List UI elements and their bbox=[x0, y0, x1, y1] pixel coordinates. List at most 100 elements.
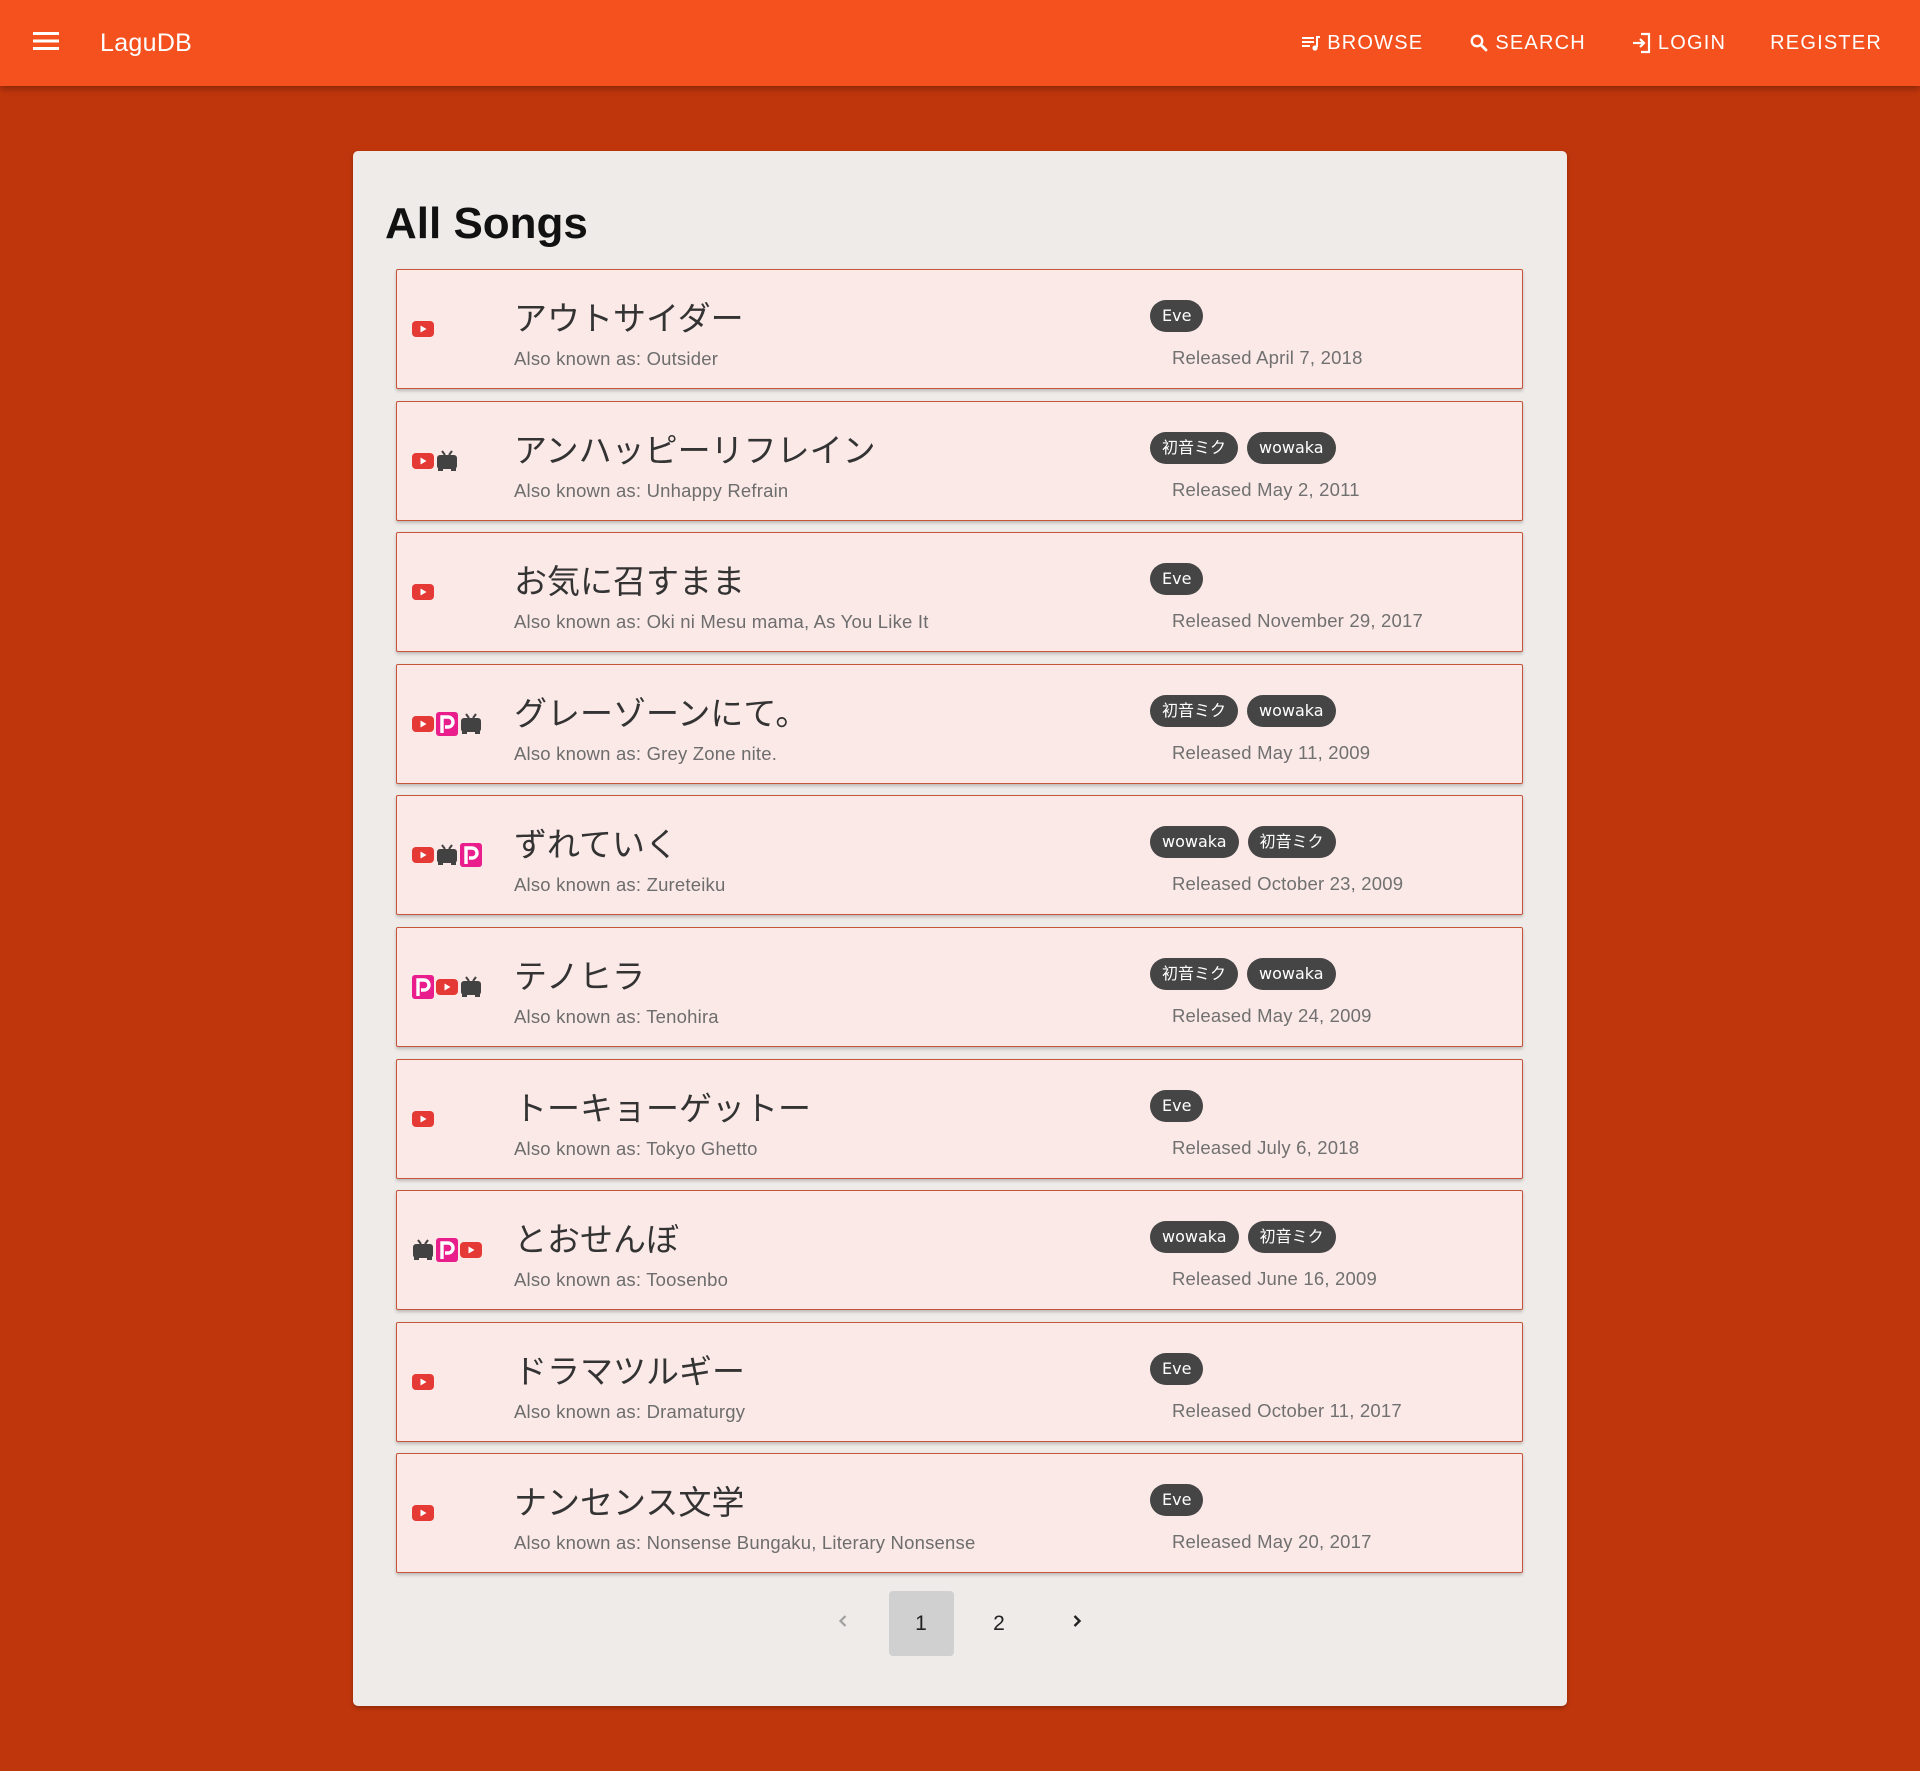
artist-chip[interactable]: wowaka bbox=[1247, 694, 1336, 727]
prev-page-button[interactable] bbox=[811, 1591, 876, 1656]
artist-chip[interactable]: Eve bbox=[1150, 1484, 1204, 1517]
chevron-right-icon bbox=[1067, 1611, 1087, 1637]
page-number-group: 12 bbox=[888, 1591, 1032, 1656]
chevron-left-icon bbox=[833, 1611, 853, 1637]
song-list-item[interactable]: とおせんぼ Also known as: Toosenbo wowaka 初音ミク Re… bbox=[396, 1190, 1523, 1311]
song-title: グレーゾーンにて。 bbox=[514, 693, 809, 733]
song-list-item[interactable]: お気に召すまま Also known as: Oki ni Mesu mama, … bbox=[396, 532, 1523, 653]
piapro-icon bbox=[436, 1238, 458, 1263]
song-title: とおせんぼ bbox=[514, 1220, 679, 1260]
song-title: アウトサイダー bbox=[514, 299, 744, 338]
youtube-icon bbox=[412, 1505, 434, 1522]
release-date: Released May 24, 2009 bbox=[1172, 1004, 1372, 1026]
song-list-item[interactable]: ドラマツルギー Also known as: Dramaturgy Eve Relea… bbox=[396, 1321, 1523, 1442]
song-list: アウトサイダー Also known as: Outsider Eve Release… bbox=[396, 269, 1523, 1585]
artist-chips: Eve bbox=[1150, 1352, 1204, 1385]
niconico-icon bbox=[460, 976, 482, 998]
page-button[interactable]: 2 bbox=[967, 1591, 1032, 1656]
artist-chip[interactable]: wowaka bbox=[1247, 957, 1336, 990]
platform-icons bbox=[412, 843, 482, 868]
songs-card: All Songs アウトサイダー Also known as: Outsider… bbox=[353, 151, 1567, 1706]
register-label: REGISTER bbox=[1770, 31, 1882, 54]
platform-icons bbox=[412, 1110, 434, 1127]
next-page-button[interactable] bbox=[1045, 1591, 1110, 1656]
artist-chip[interactable]: wowaka bbox=[1150, 1221, 1239, 1254]
login-button[interactable]: LOGIN bbox=[1608, 15, 1748, 71]
youtube-icon bbox=[436, 978, 458, 995]
artist-chips: 初音ミク wowaka bbox=[1150, 431, 1336, 464]
niconico-icon bbox=[436, 844, 458, 866]
song-title: ナンセンス文学 bbox=[514, 1483, 745, 1523]
artist-chip[interactable]: Eve bbox=[1150, 563, 1204, 596]
search-button[interactable]: SEARCH bbox=[1445, 15, 1608, 71]
release-date: Released May 2, 2011 bbox=[1172, 478, 1360, 500]
artist-chip[interactable]: 初音ミク bbox=[1150, 431, 1239, 464]
song-list-item[interactable]: ずれていく Also known as: Zureteiku wowaka 初音ミク R… bbox=[396, 795, 1523, 916]
artist-chip[interactable]: 初音ミク bbox=[1247, 1221, 1336, 1254]
platform-icons bbox=[412, 1238, 482, 1263]
youtube-icon bbox=[412, 321, 434, 337]
artist-chips: 初音ミク wowaka bbox=[1150, 694, 1336, 727]
menu-button[interactable] bbox=[22, 19, 70, 67]
release-date: Released October 23, 2009 bbox=[1172, 873, 1404, 895]
niconico-icon bbox=[412, 1239, 434, 1261]
brand-logo[interactable]: LaguDB bbox=[100, 0, 192, 86]
song-alias: Also known as: Tenohira bbox=[514, 1005, 719, 1027]
song-list-item[interactable]: トーキョーゲットー Also known as: Tokyo Ghetto Eve R… bbox=[396, 1058, 1523, 1179]
song-title: トーキョーゲットー bbox=[514, 1088, 811, 1128]
artist-chips: Eve bbox=[1150, 1089, 1204, 1122]
artist-chips: Eve bbox=[1150, 300, 1204, 332]
artist-chip[interactable]: Eve bbox=[1150, 1089, 1204, 1122]
niconico-icon bbox=[436, 449, 458, 472]
artist-chip[interactable]: Eve bbox=[1150, 1352, 1204, 1385]
song-list-item[interactable]: アンハッピーリフレイン Also known as: Unhappy Refrai… bbox=[396, 400, 1523, 521]
artist-chip[interactable]: wowaka bbox=[1150, 826, 1239, 859]
artist-chip[interactable]: 初音ミク bbox=[1247, 826, 1336, 859]
youtube-icon bbox=[460, 1242, 482, 1259]
song-list-item[interactable]: グレーゾーンにて。 Also known as: Grey Zone nite. 初… bbox=[396, 663, 1523, 784]
platform-icons bbox=[412, 1373, 434, 1390]
artist-chip[interactable]: Eve bbox=[1150, 300, 1204, 332]
platform-icons bbox=[412, 711, 482, 736]
browse-button[interactable]: BROWSE bbox=[1277, 15, 1445, 71]
menu-icon bbox=[32, 30, 60, 57]
artist-chips: 初音ミク wowaka bbox=[1150, 957, 1336, 990]
song-list-item[interactable]: テノヒラ Also known as: Tenohira 初音ミク wowaka Rel… bbox=[396, 926, 1523, 1047]
release-date: Released July 6, 2018 bbox=[1172, 1136, 1360, 1158]
song-title: アンハッピーリフレイン bbox=[514, 430, 876, 470]
page-button[interactable]: 1 bbox=[888, 1591, 954, 1656]
song-alias: Also known as: Oki ni Mesu mama, As You … bbox=[514, 611, 929, 633]
platform-icons bbox=[412, 584, 434, 601]
platform-icons bbox=[412, 321, 434, 337]
register-button[interactable]: REGISTER bbox=[1748, 15, 1904, 71]
artist-chip[interactable]: 初音ミク bbox=[1150, 957, 1239, 990]
song-list-item[interactable]: ナンセンス文学 Also known as: Nonsense Bungaku, … bbox=[396, 1453, 1523, 1574]
artist-chips: wowaka 初音ミク bbox=[1150, 1221, 1336, 1254]
piapro-icon bbox=[436, 711, 458, 736]
artist-chips: wowaka 初音ミク bbox=[1150, 826, 1336, 859]
piapro-icon bbox=[412, 974, 434, 999]
browse-label: BROWSE bbox=[1327, 31, 1424, 54]
login-icon bbox=[1630, 31, 1654, 55]
top-nav: BROWSE SEARCH LOGIN REGISTER bbox=[1277, 0, 1904, 86]
release-date: Released May 20, 2017 bbox=[1172, 1531, 1372, 1553]
youtube-icon bbox=[412, 452, 434, 469]
search-icon bbox=[1467, 31, 1491, 55]
app-bar: LaguDB BROWSE SEARCH LOGIN REGISTER bbox=[0, 0, 1920, 86]
search-label: SEARCH bbox=[1495, 31, 1586, 54]
song-alias: Also known as: Nonsense Bungaku, Literar… bbox=[514, 1532, 976, 1554]
login-label: LOGIN bbox=[1657, 31, 1727, 54]
song-alias: Also known as: Tokyo Ghetto bbox=[514, 1137, 758, 1159]
page-title: All Songs bbox=[385, 199, 588, 248]
song-alias: Also known as: Outsider bbox=[514, 348, 719, 369]
artist-chips: Eve bbox=[1150, 563, 1204, 596]
artist-chip[interactable]: wowaka bbox=[1247, 431, 1336, 464]
song-list-item[interactable]: アウトサイダー Also known as: Outsider Eve Release… bbox=[396, 269, 1523, 389]
artist-chip[interactable]: 初音ミク bbox=[1150, 694, 1239, 727]
piapro-icon bbox=[460, 843, 482, 868]
platform-icons bbox=[412, 974, 482, 999]
youtube-icon bbox=[412, 847, 434, 864]
release-date: Released November 29, 2017 bbox=[1172, 610, 1423, 632]
playlist-music-icon bbox=[1299, 31, 1323, 55]
song-title: ドラマツルギー bbox=[514, 1351, 745, 1391]
